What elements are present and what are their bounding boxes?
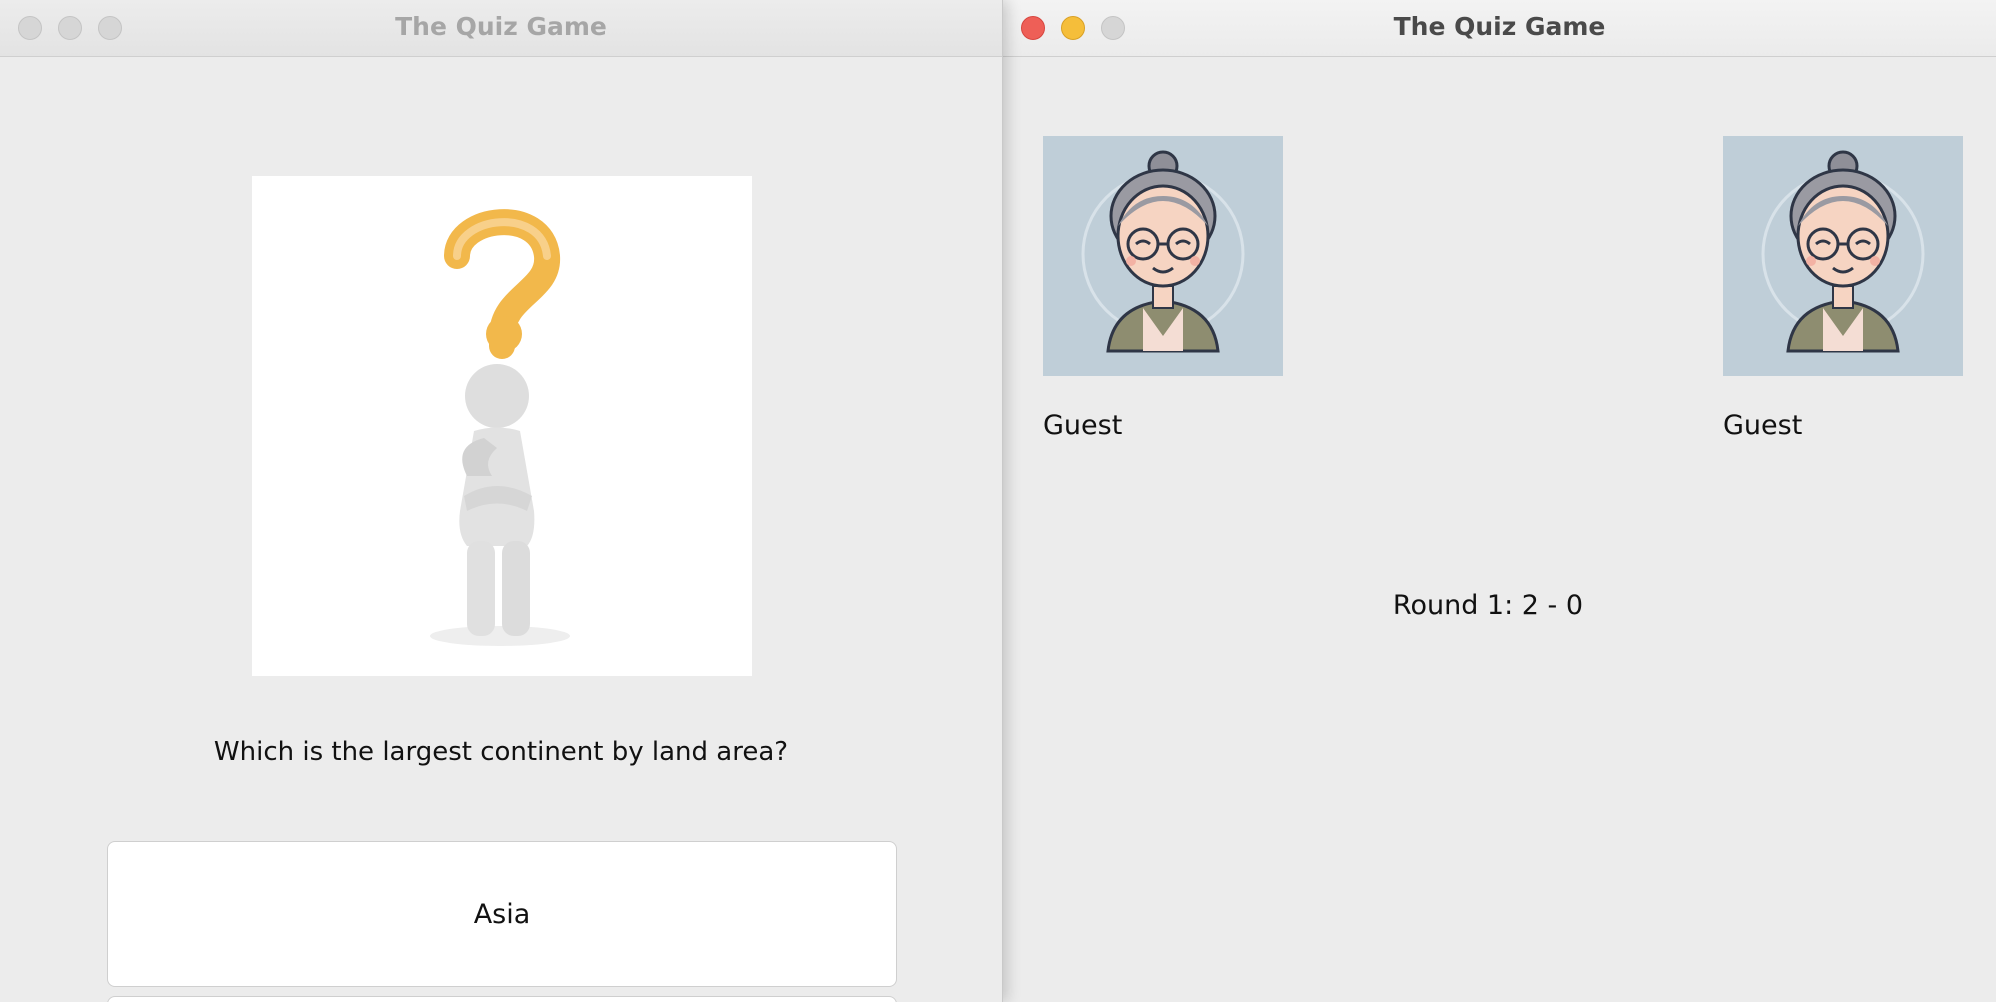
thinking-figure-icon <box>430 209 570 646</box>
player2-avatar <box>1723 136 1963 376</box>
answer-button-asia[interactable]: Asia <box>107 841 897 987</box>
round-score: Round 1: 2 - 0 <box>1392 590 1584 621</box>
player1-name: Guest <box>1043 410 1123 441</box>
title-bar: The Quiz Game <box>0 0 1002 57</box>
window-title: The Quiz Game <box>395 12 607 41</box>
quiz-window: The Quiz Game Which is the largest conti… <box>0 0 1003 1002</box>
answer-label: Asia <box>473 898 531 930</box>
title-bar: The Quiz Game <box>1003 0 1996 57</box>
grandma-avatar-icon <box>1761 150 1925 353</box>
question-image <box>252 176 752 676</box>
grandma-avatar-icon <box>1081 150 1245 353</box>
player2-name: Guest <box>1723 410 1803 441</box>
question-text: Which is the largest continent by land a… <box>213 737 789 767</box>
scoreboard-window: The Quiz Game Guest Guest Round 1: 2 - 0 <box>1003 0 1996 1002</box>
player1-avatar <box>1043 136 1283 376</box>
window-title: The Quiz Game <box>1393 12 1606 41</box>
answer-button-next[interactable] <box>107 996 897 1002</box>
